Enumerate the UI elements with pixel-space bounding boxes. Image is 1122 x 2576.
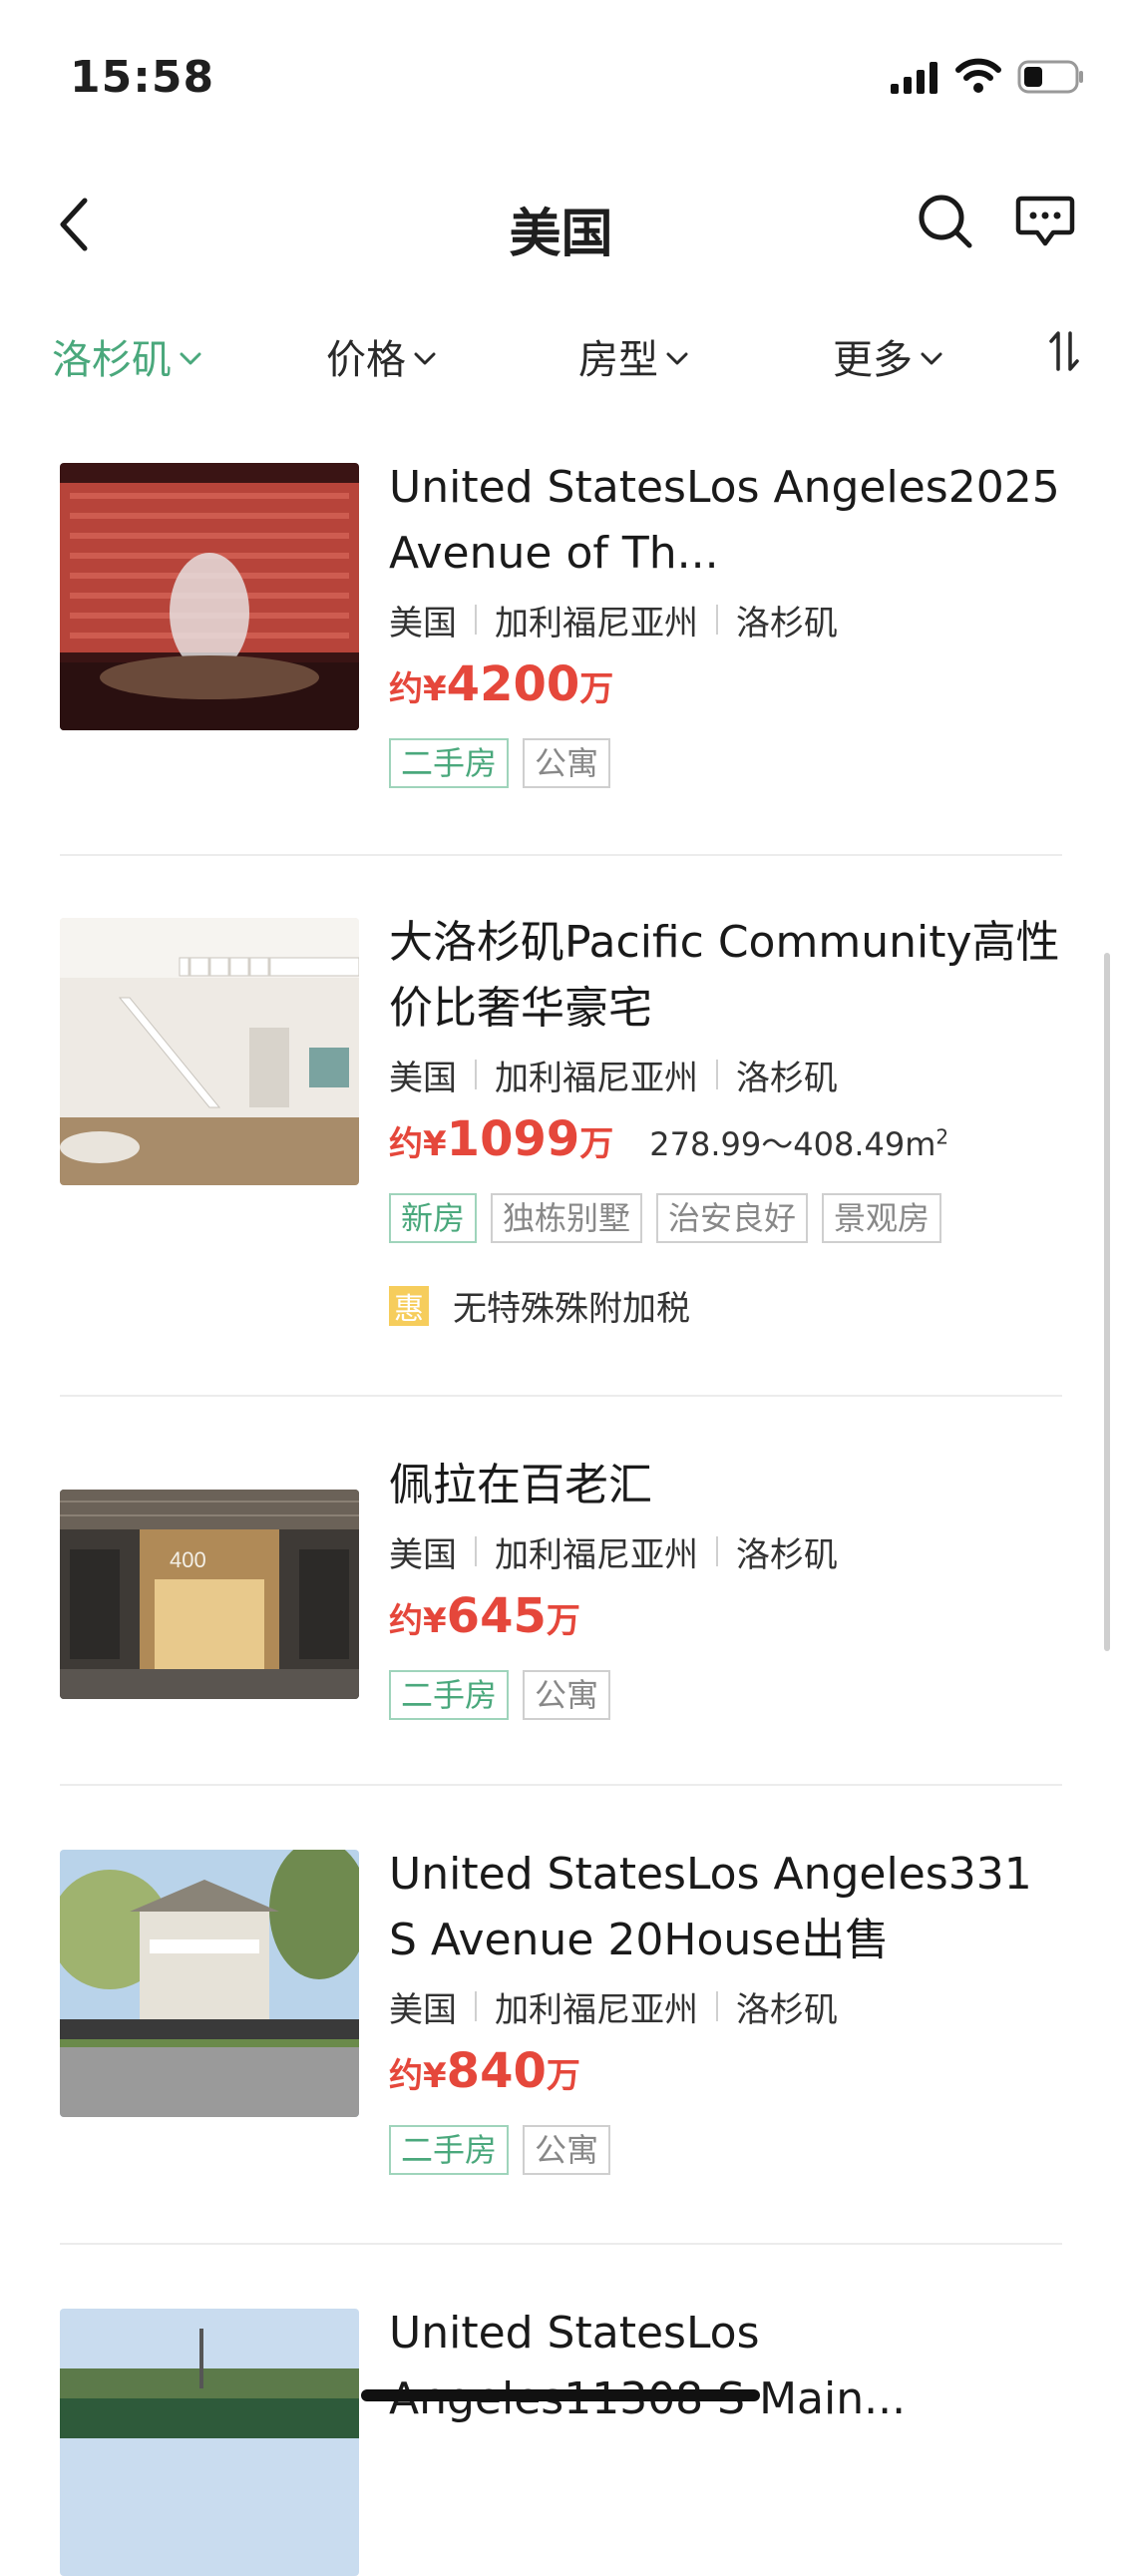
price-prefix: 约¥	[389, 669, 447, 709]
navigation-bar: 美国	[0, 170, 1122, 279]
listing-tags: 新房 独栋别墅 治安良好 景观房	[389, 1193, 1062, 1243]
price-unit: 万	[579, 1124, 614, 1164]
listing-price: 约¥ 1099 万 278.99～408.49m2	[389, 1111, 1062, 1171]
divider	[60, 2243, 1062, 2245]
listing-photo	[60, 2309, 359, 2576]
listing-price: 约¥ 840 万	[389, 2043, 1062, 2103]
listing-location: 美国 加利福尼亚州 洛杉矶	[389, 1528, 1062, 1575]
search-icon[interactable]	[916, 192, 975, 251]
separator	[475, 1060, 477, 1089]
location-country: 美国	[389, 1058, 457, 1098]
listing-photo	[60, 918, 359, 1185]
listing-photo: 400	[60, 1490, 359, 1699]
listing-perk: 惠 无特殊殊附加税	[389, 1281, 1062, 1330]
building-number-sign: 400	[170, 1547, 206, 1572]
scrollbar[interactable]	[1104, 953, 1110, 1651]
separator	[716, 1991, 718, 2021]
listing-location: 美国 加利福尼亚州 洛杉矶	[389, 1052, 1062, 1098]
price-unit: 万	[579, 669, 614, 709]
listing-price: 约¥ 645 万	[389, 1588, 1062, 1648]
sort-icon[interactable]	[1049, 329, 1079, 373]
listing-location: 美国 加利福尼亚州 洛杉矶	[389, 1983, 1062, 2030]
listing-title[interactable]: United StatesLos Angeles331 S Avenue 20H…	[389, 1842, 1062, 1973]
price-value: 645	[446, 1588, 547, 1644]
price-unit: 万	[546, 2056, 580, 2096]
filter-room-type-label: 房型	[578, 337, 658, 383]
wifi-icon	[955, 58, 1001, 93]
listing-photo	[60, 1850, 359, 2117]
divider	[60, 1784, 1062, 1786]
location-country: 美国	[389, 1989, 457, 2030]
area-unit-superscript: 2	[935, 1124, 949, 1149]
location-city: 洛杉矶	[736, 1534, 838, 1575]
separator	[475, 605, 477, 635]
tag-badge: 治安良好	[656, 1193, 809, 1243]
separator	[475, 1991, 477, 2021]
tag-badge: 公寓	[523, 738, 611, 788]
tag-badge: 二手房	[389, 738, 510, 788]
location-country: 美国	[389, 1534, 457, 1575]
listing-area: 278.99～408.49m2	[649, 1119, 948, 1165]
listing-location: 美国 加利福尼亚州 洛杉矶	[389, 597, 1062, 644]
price-value: 4200	[446, 656, 580, 712]
home-indicator[interactable]	[361, 2389, 760, 2401]
listing-title[interactable]: United StatesLos Angeles2025 Avenue of T…	[389, 455, 1062, 587]
status-bar: 15:58	[0, 0, 1122, 150]
listing-title[interactable]: 佩拉在百老汇	[389, 1453, 1062, 1518]
chevron-down-icon	[666, 352, 688, 365]
chevron-down-icon	[414, 352, 436, 365]
location-state: 加利福尼亚州	[495, 1534, 698, 1575]
cellular-signal-icon	[891, 62, 937, 94]
chevron-down-icon	[921, 352, 942, 365]
filter-city[interactable]: 洛杉矶	[52, 327, 201, 385]
listing-price: 约¥ 4200 万	[389, 656, 1062, 716]
tag-badge: 独栋别墅	[491, 1193, 643, 1243]
listing-title[interactable]: United StatesLos Angeles11308 S Main...	[389, 2301, 1062, 2432]
filter-city-label: 洛杉矶	[52, 337, 172, 383]
price-value: 840	[446, 2043, 547, 2099]
separator	[475, 1536, 477, 1566]
location-city: 洛杉矶	[736, 603, 838, 644]
location-country: 美国	[389, 603, 457, 644]
price-prefix: 约¥	[389, 1601, 447, 1641]
tag-badge: 二手房	[389, 2125, 510, 2175]
status-time: 15:58	[70, 52, 215, 103]
perk-text: 无特殊殊附加税	[453, 1289, 690, 1329]
price-prefix: 约¥	[389, 2056, 447, 2096]
tag-badge: 公寓	[523, 1670, 611, 1720]
tag-badge: 新房	[389, 1193, 478, 1243]
listing-tags: 二手房 公寓	[389, 1670, 1062, 1720]
tag-badge: 景观房	[822, 1193, 942, 1243]
listing-title[interactable]: 大洛杉矶Pacific Community高性价比奢华豪宅	[389, 910, 1062, 1042]
separator	[716, 605, 718, 635]
filter-bar: 洛杉矶 价格 房型 更多	[0, 327, 1122, 397]
tag-badge: 公寓	[523, 2125, 611, 2175]
price-prefix: 约¥	[389, 1124, 447, 1164]
filter-price[interactable]: 价格	[326, 327, 436, 385]
price-unit: 万	[546, 1601, 580, 1641]
area-value: 278.99～408.49m	[649, 1125, 936, 1163]
price-value: 1099	[446, 1111, 580, 1167]
location-city: 洛杉矶	[736, 1989, 838, 2030]
listing-tags: 二手房 公寓	[389, 2125, 1062, 2175]
location-state: 加利福尼亚州	[495, 603, 698, 644]
battery-icon	[1017, 60, 1083, 94]
location-state: 加利福尼亚州	[495, 1058, 698, 1098]
location-city: 洛杉矶	[736, 1058, 838, 1098]
separator	[716, 1060, 718, 1089]
divider	[60, 854, 1062, 856]
location-state: 加利福尼亚州	[495, 1989, 698, 2030]
message-icon[interactable]	[1015, 194, 1075, 249]
chevron-down-icon	[180, 352, 201, 365]
discount-badge-icon: 惠	[389, 1285, 429, 1327]
divider	[60, 1395, 1062, 1397]
listing-tags: 二手房 公寓	[389, 738, 1062, 788]
filter-room-type[interactable]: 房型	[578, 327, 688, 385]
filter-more[interactable]: 更多	[833, 327, 942, 385]
listing-photo	[60, 463, 359, 730]
filter-more-label: 更多	[833, 337, 913, 383]
separator	[716, 1536, 718, 1566]
filter-price-label: 价格	[326, 337, 406, 383]
tag-badge: 二手房	[389, 1670, 510, 1720]
